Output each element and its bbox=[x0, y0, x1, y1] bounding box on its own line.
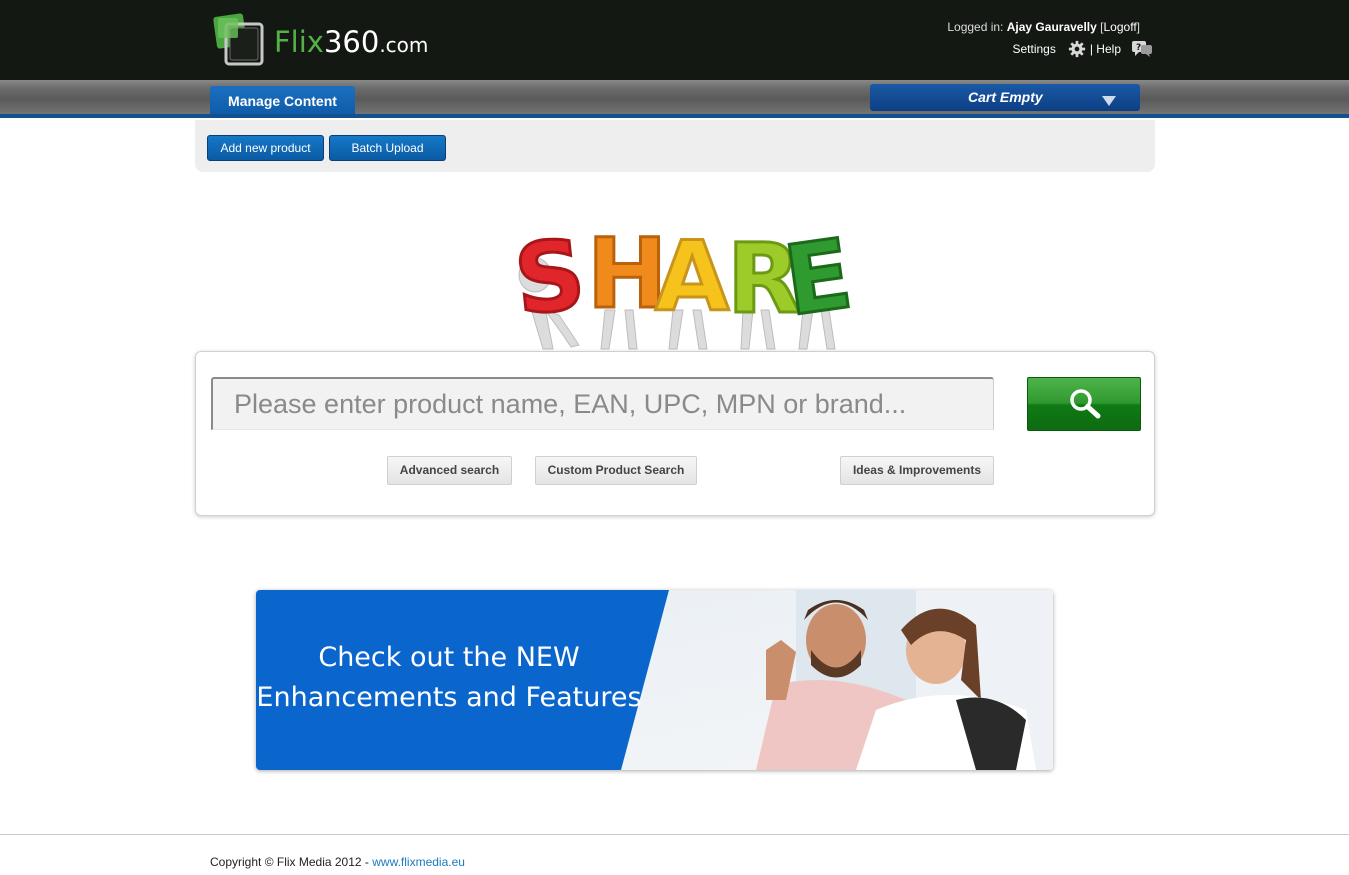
logoff-link[interactable]: Logoff bbox=[1104, 20, 1137, 34]
cart-label: Cart Empty bbox=[968, 89, 1043, 105]
logo-word-360: 360 bbox=[323, 25, 380, 59]
logo-word-flix: Flix bbox=[274, 25, 324, 59]
footer: Copyright © Flix Media 2012 - www.flixme… bbox=[210, 855, 465, 869]
share-illustration: S H A R E bbox=[508, 216, 855, 350]
cart-dropdown[interactable]: Cart Empty bbox=[870, 84, 1140, 111]
help-link[interactable]: | Help bbox=[1090, 42, 1121, 56]
help-chat-icon[interactable]: ? bbox=[1131, 40, 1153, 58]
chevron-down-icon bbox=[1102, 96, 1116, 106]
settings-help-line: Settings | Help ? bbox=[1013, 40, 1154, 58]
banner-line-2: Enhancements and Features bbox=[256, 682, 642, 713]
logged-in-label: Logged in: bbox=[947, 20, 1004, 34]
logged-in-line: Logged in: Ajay Gauravelly [Logoff] bbox=[947, 20, 1140, 34]
svg-text:?: ? bbox=[1136, 43, 1141, 53]
logo-wordmark: Flix360.com bbox=[274, 25, 428, 59]
logo-emblem-icon bbox=[213, 13, 264, 66]
user-name: Ajay Gauravelly bbox=[1006, 20, 1097, 34]
batch-upload-button[interactable]: Batch Upload bbox=[329, 135, 446, 161]
copyright-text: Copyright © Flix Media 2012 - bbox=[210, 855, 373, 869]
search-panel: Advanced search Custom Product Search Id… bbox=[195, 351, 1155, 516]
toolbar-panel: Add new product Batch Upload bbox=[195, 120, 1155, 172]
main-nav-bar: Manage Content Cart Empty bbox=[0, 80, 1349, 118]
banner-line-1: Check out the NEW bbox=[256, 638, 642, 678]
banner-line-1-new: NEW bbox=[515, 642, 580, 673]
ideas-improvements-button[interactable]: Ideas & Improvements bbox=[840, 456, 994, 485]
new-features-banner[interactable]: Check out the NEW Enhancements and Featu… bbox=[256, 590, 1053, 770]
banner-headline: Check out the NEW Enhancements and Featu… bbox=[256, 638, 642, 718]
settings-link[interactable]: Settings bbox=[1013, 42, 1056, 56]
banner-line-1-prefix: Check out the bbox=[318, 642, 516, 673]
magnifier-icon bbox=[1070, 389, 1101, 419]
flixmedia-link[interactable]: www.flixmedia.eu bbox=[372, 855, 465, 869]
custom-product-search-button[interactable]: Custom Product Search bbox=[535, 456, 697, 485]
share-letter-a: A bbox=[655, 221, 729, 333]
search-button[interactable] bbox=[1027, 377, 1141, 431]
product-search-input[interactable] bbox=[211, 377, 994, 430]
top-header: Flix360.com Logged in: Ajay Gauravelly [… bbox=[0, 0, 1349, 80]
footer-divider bbox=[0, 834, 1349, 835]
add-new-product-button[interactable]: Add new product bbox=[207, 135, 324, 161]
logo-word-com: .com bbox=[379, 33, 429, 57]
share-letter-s: S bbox=[510, 218, 590, 337]
flix360-logo[interactable]: Flix360.com bbox=[212, 10, 442, 70]
logoff-bracket-close: ] bbox=[1136, 20, 1140, 34]
nav-divider bbox=[0, 114, 1349, 118]
gear-icon[interactable] bbox=[1068, 40, 1086, 58]
advanced-search-button[interactable]: Advanced search bbox=[387, 456, 512, 485]
